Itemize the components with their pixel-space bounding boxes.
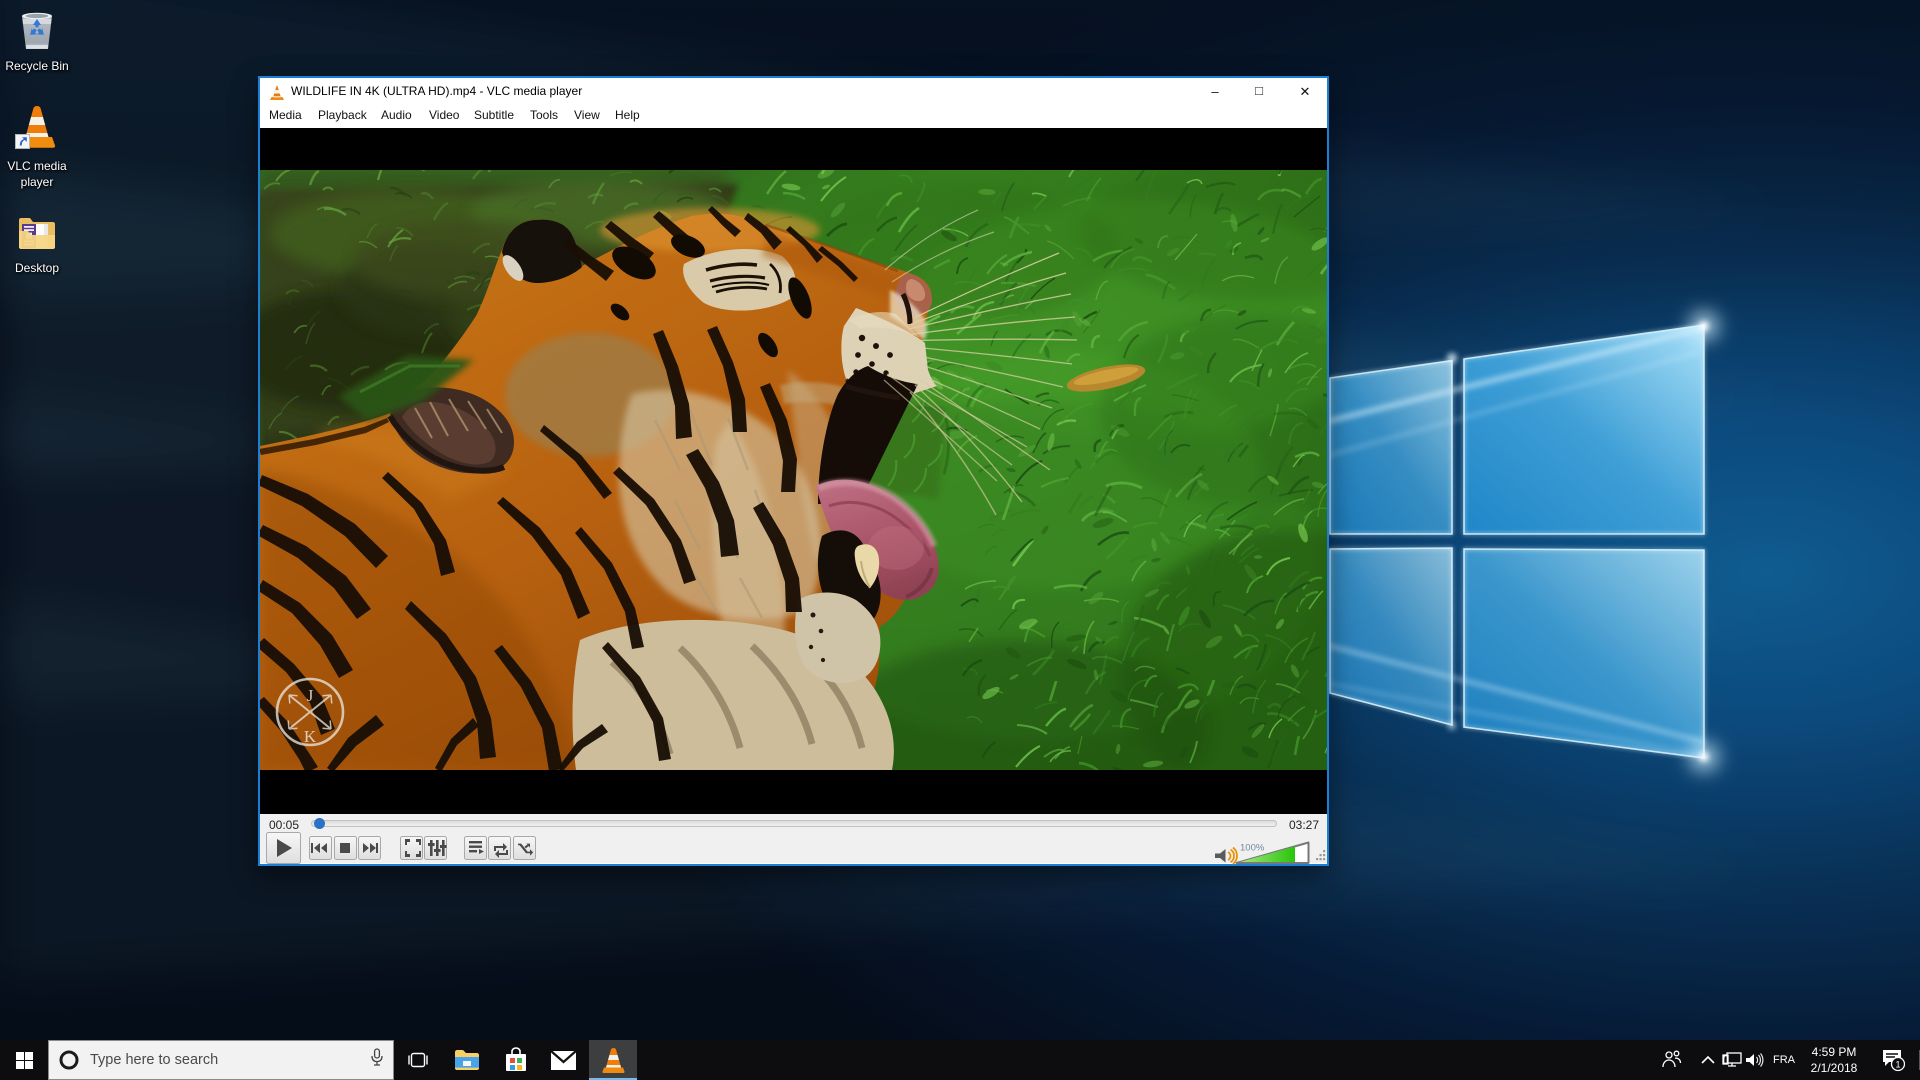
svg-text:1: 1 (1895, 1060, 1900, 1070)
svg-text:J: J (307, 686, 314, 705)
svg-text:K: K (304, 727, 317, 746)
svg-text:100%: 100% (1240, 842, 1265, 853)
